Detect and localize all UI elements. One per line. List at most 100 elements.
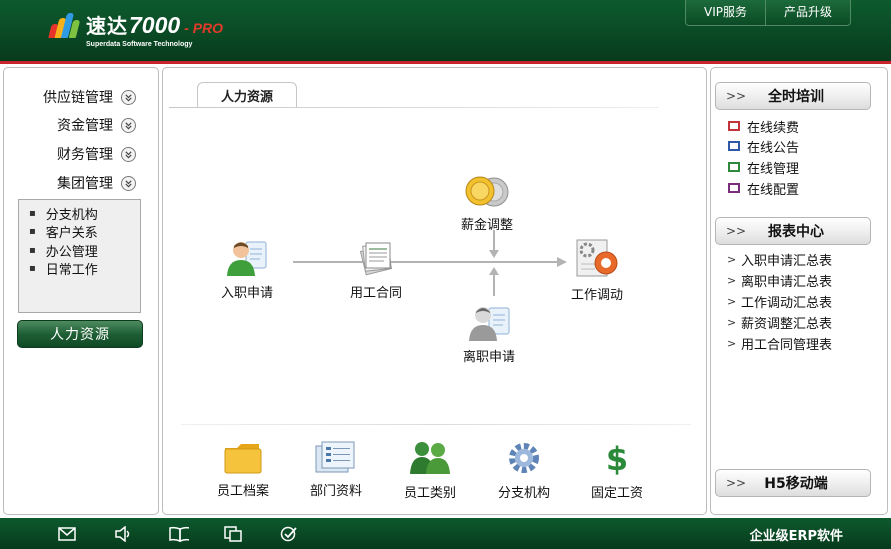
check-icon[interactable] [279,525,299,543]
book-green-icon [728,162,740,172]
bottom-divider [181,424,691,425]
mail-icon[interactable] [57,525,77,543]
flow-transfer[interactable]: 工作调动 [571,236,623,303]
menu-finance[interactable]: 财务管理 [4,141,154,167]
quick-employee-category[interactable]: 员工类别 [390,440,470,501]
app-logo: 速达 7000 - PRO Superdata Software Technol… [48,10,224,48]
double-chevron-right-icon: >> [726,224,747,238]
flow-label: 用工合同 [350,286,403,301]
main-content: 人力资源 入职申请 用工合同 薪金调整 离职申请 工作调动 员工档案 部门资料 … [162,67,707,515]
link-text: 在线公告 [747,140,800,156]
book-purple-icon [728,183,740,193]
quick-employee-records[interactable]: 员工档案 [203,440,283,499]
quick-label: 员工档案 [216,484,269,499]
link-online-notice[interactable]: 在线公告 [727,136,799,156]
book-red-icon [728,121,740,131]
logo-text-cn: 速达 [86,14,128,38]
flow-salary[interactable]: 薪金调整 [461,174,513,233]
report-onboard-summary[interactable]: > 入职申请汇总表 [727,249,832,269]
svg-text:$: $ [606,440,628,476]
mobile-header[interactable]: >> H5移动端 [715,469,871,497]
menu-label: 资金管理 [57,118,113,134]
gear-document-icon [576,239,618,277]
quick-fixed-salary[interactable]: $ 固定工资 [577,440,657,501]
link-online-manage[interactable]: 在线管理 [727,157,799,177]
quick-label: 员工类别 [403,486,456,501]
chevron-down-icon[interactable] [121,89,136,105]
quick-label: 分支机构 [497,486,550,501]
quick-branch[interactable]: 分支机构 [484,440,564,501]
reports-title: 报表中心 [768,224,824,240]
top-nav: VIP服务 产品升级 [684,0,851,26]
menu-fund[interactable]: 资金管理 [4,112,154,138]
link-text: 在线配置 [747,182,800,198]
logo-subtitle: Superdata Software Technology [86,41,193,48]
flow-contract[interactable]: 用工合同 [350,238,402,301]
double-chevron-right-icon: >> [726,89,747,103]
book-icon[interactable] [169,525,189,543]
link-text: 用工合同管理表 [741,337,833,353]
submenu-item-crm[interactable]: ▪ 客户关系 [29,223,140,241]
link-online-config[interactable]: 在线配置 [727,178,799,198]
reports-header[interactable]: >> 报表中心 [715,217,871,245]
user-form-icon [227,241,267,276]
documents-icon [359,242,393,276]
menu-label: 财务管理 [57,147,113,163]
training-header[interactable]: >> 全时培训 [715,82,871,110]
flow-label: 薪金调整 [461,218,514,233]
report-contract-manage[interactable]: > 用工合同管理表 [727,333,832,353]
link-text: 入职申请汇总表 [741,253,833,269]
report-resign-summary[interactable]: > 离职申请汇总表 [727,270,832,290]
coins-icon [465,176,509,207]
quick-label: 部门资料 [309,484,362,499]
quick-label: 固定工资 [590,486,643,501]
training-title: 全时培训 [768,89,824,105]
flow-label: 入职申请 [221,286,274,301]
submenu-item-branch[interactable]: ▪ 分支机构 [29,204,140,223]
chevron-down-icon[interactable] [121,146,136,162]
menu-group[interactable]: 集团管理 [4,170,154,196]
link-text: 离职申请汇总表 [741,274,833,290]
menu-label: 供应链管理 [43,90,113,106]
logo-text-pro: - PRO [184,20,224,36]
quick-department-info[interactable]: 部门资料 [296,440,376,499]
folder-icon [224,444,262,474]
chevron-down-icon[interactable] [121,117,136,133]
app-footer: 企业级ERP软件 [0,518,891,549]
chevron-right-icon: > [727,252,737,266]
link-text: 工作调动汇总表 [741,295,833,311]
menu-label: 集团管理 [57,176,113,192]
footer-tagline: 企业级ERP软件 [749,529,843,544]
people-group-icon [410,442,450,474]
gear-icon [509,443,539,473]
left-sidebar: 供应链管理 资金管理 财务管理 集团管理 ▪ 分支机构 ▪ 客户关系 ▪ 办公管理 ▪… [3,67,159,515]
user-leave-icon [469,307,510,341]
chevron-down-icon[interactable] [121,175,136,191]
link-text: 在线管理 [747,161,800,177]
department-list-icon [315,441,355,473]
submenu-item-office[interactable]: ▪ 办公管理 [29,241,140,260]
speaker-icon[interactable] [113,525,133,543]
menu-supply-chain[interactable]: 供应链管理 [4,84,154,110]
report-transfer-summary[interactable]: > 工作调动汇总表 [727,291,832,311]
vip-service-link[interactable]: VIP服务 [686,0,765,25]
logo-mark-icon [48,10,82,40]
link-online-renew[interactable]: 在线续费 [727,116,799,136]
flow-arrowhead-resign [489,267,499,275]
hr-module-button[interactable]: 人力资源 [17,320,143,348]
app-header: 速达 7000 - PRO Superdata Software Technol… [0,0,891,64]
submenu-item-daily[interactable]: ▪ 日常工作 [29,260,140,278]
double-chevron-right-icon: >> [726,476,747,490]
group-submenu: ▪ 分支机构 ▪ 客户关系 ▪ 办公管理 ▪ 日常工作 [18,199,141,313]
product-upgrade-link[interactable]: 产品升级 [764,0,850,25]
copy-icon[interactable] [223,525,243,543]
flow-label: 工作调动 [571,288,624,303]
chevron-right-icon: > [727,336,737,350]
report-salary-summary[interactable]: > 薪资调整汇总表 [727,312,832,332]
flow-onboard[interactable]: 入职申请 [221,236,273,301]
chevron-right-icon: > [727,294,737,308]
flow-resign[interactable]: 离职申请 [463,300,515,365]
chevron-right-icon: > [727,273,737,287]
chevron-right-icon: > [727,315,737,329]
mobile-title: H5移动端 [764,476,828,492]
